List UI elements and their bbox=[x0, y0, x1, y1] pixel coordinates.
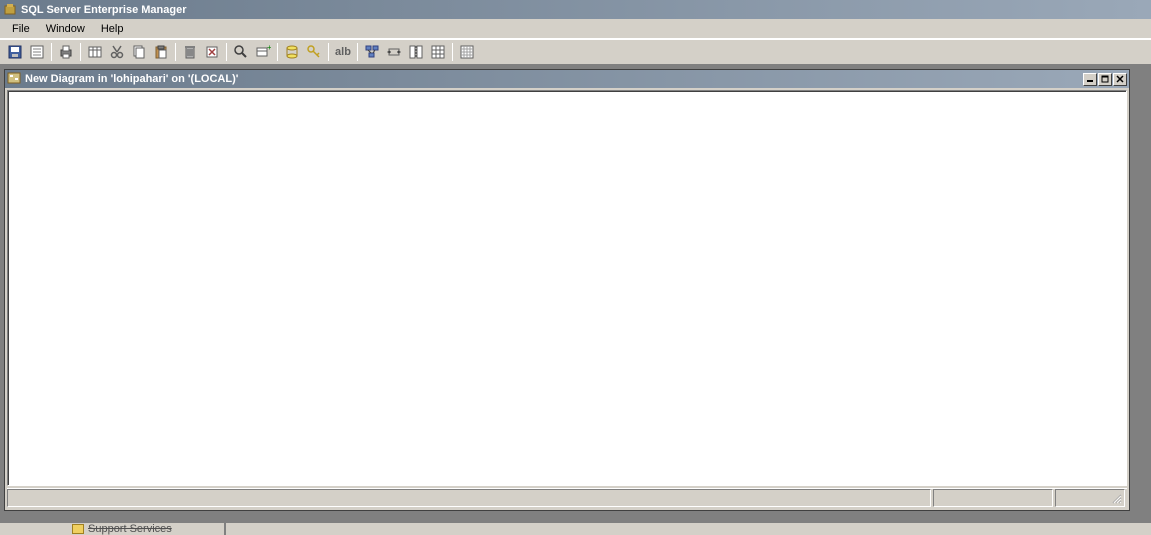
print-button[interactable] bbox=[55, 41, 77, 63]
toolbar: + alb bbox=[0, 39, 1151, 65]
cut-button[interactable] bbox=[106, 41, 128, 63]
text-annotation-button[interactable]: alb bbox=[332, 41, 354, 63]
child-title-bar[interactable]: New Diagram in 'lohipahari' on '(LOCAL)' bbox=[5, 70, 1129, 88]
separator bbox=[357, 43, 358, 61]
resize-grip-icon[interactable] bbox=[1110, 492, 1122, 504]
diagram-canvas[interactable] bbox=[7, 90, 1127, 486]
alb-label: alb bbox=[333, 46, 353, 58]
app-title: SQL Server Enterprise Manager bbox=[21, 4, 186, 16]
separator bbox=[80, 43, 81, 61]
remove-button[interactable] bbox=[201, 41, 223, 63]
add-table-button[interactable]: + bbox=[252, 41, 274, 63]
new-table-button[interactable] bbox=[84, 41, 106, 63]
arrange-tables-button[interactable] bbox=[361, 41, 383, 63]
child-window-title: New Diagram in 'lohipahari' on '(LOCAL)' bbox=[25, 73, 238, 85]
view-grid-button[interactable] bbox=[456, 41, 478, 63]
status-pane-1 bbox=[933, 489, 1053, 507]
svg-text:+: + bbox=[267, 44, 271, 52]
status-pane-grip bbox=[1055, 489, 1125, 507]
copy-button[interactable] bbox=[128, 41, 150, 63]
save-button[interactable] bbox=[4, 41, 26, 63]
mdi-workspace: New Diagram in 'lohipahari' on '(LOCAL)' bbox=[0, 65, 1151, 535]
close-button[interactable] bbox=[1113, 73, 1127, 86]
title-bar: SQL Server Enterprise Manager bbox=[0, 0, 1151, 19]
minimize-button[interactable] bbox=[1083, 73, 1097, 86]
status-bar bbox=[7, 488, 1127, 508]
status-pane-main bbox=[7, 489, 931, 507]
child-window: New Diagram in 'lohipahari' on '(LOCAL)' bbox=[4, 69, 1130, 511]
properties-button[interactable] bbox=[26, 41, 48, 63]
diagram-icon bbox=[7, 71, 21, 88]
separator bbox=[226, 43, 227, 61]
menu-bar: File Window Help bbox=[0, 19, 1151, 39]
recalc-button[interactable] bbox=[427, 41, 449, 63]
tree-fragment: Support Services bbox=[0, 523, 226, 535]
bottom-fragment: Support Services bbox=[0, 523, 1151, 535]
separator bbox=[51, 43, 52, 61]
menu-help[interactable]: Help bbox=[93, 21, 132, 37]
menu-window[interactable]: Window bbox=[38, 21, 93, 37]
separator bbox=[452, 43, 453, 61]
zoom-button[interactable] bbox=[230, 41, 252, 63]
paste-button[interactable] bbox=[150, 41, 172, 63]
show-relationships-button[interactable] bbox=[281, 41, 303, 63]
key-button[interactable] bbox=[303, 41, 325, 63]
page-break-button[interactable] bbox=[405, 41, 427, 63]
menu-file[interactable]: File bbox=[4, 21, 38, 37]
separator bbox=[175, 43, 176, 61]
maximize-button[interactable] bbox=[1098, 73, 1112, 86]
app-icon bbox=[3, 3, 17, 17]
separator bbox=[277, 43, 278, 61]
window-controls bbox=[1082, 73, 1127, 86]
autosize-button[interactable] bbox=[383, 41, 405, 63]
tree-item-label[interactable]: Support Services bbox=[88, 523, 172, 535]
delete-button[interactable] bbox=[179, 41, 201, 63]
separator bbox=[328, 43, 329, 61]
folder-icon bbox=[72, 524, 84, 534]
